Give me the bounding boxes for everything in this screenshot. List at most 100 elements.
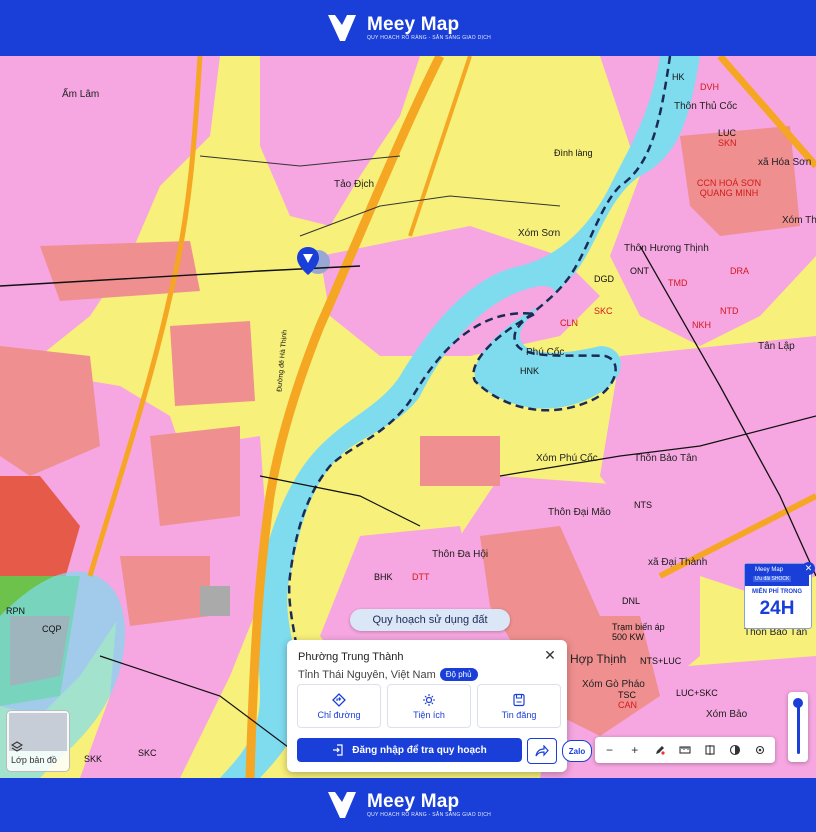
map-label: DNL	[622, 596, 641, 606]
location-line: Tỉnh Thái Nguyên, Việt Nam Độ phủ	[298, 668, 478, 681]
map-toolbar: − +	[595, 737, 775, 763]
footer-brand-logo: Meey Map QUY HOẠCH RÕ RÀNG - SẴN SÀNG GI…	[325, 788, 491, 822]
map-label: CQP	[42, 624, 62, 634]
share-button[interactable]	[527, 738, 557, 764]
map-label: HNK	[520, 366, 540, 376]
map-label: NKH	[692, 320, 712, 330]
opacity-slider-track	[797, 702, 800, 754]
ward-name: Phường Trung Thành	[298, 651, 404, 663]
map-label: ONT	[630, 266, 649, 276]
location-pin-icon[interactable]	[296, 246, 320, 276]
map-label: DTT	[412, 572, 430, 582]
map-label: SKK	[84, 754, 103, 764]
my-location-icon[interactable]	[751, 741, 769, 759]
draw-icon[interactable]	[651, 741, 669, 759]
zoom-out-icon[interactable]: −	[601, 741, 619, 759]
map-label: Đình làng	[554, 148, 593, 158]
map-label: LUC+SKC	[676, 688, 718, 698]
map-label: NTS	[634, 500, 652, 510]
map-label: LUC	[718, 128, 737, 138]
utilities-icon	[423, 693, 435, 706]
contrast-icon[interactable]	[726, 741, 744, 759]
meey-logo-icon	[327, 15, 356, 41]
map-label: Trạm biến áp 500 KW	[612, 622, 665, 642]
compare-icon[interactable]	[701, 741, 719, 759]
map-label: Xóm Thủ	[782, 215, 816, 226]
zalo-label: Zalo	[568, 746, 586, 756]
map-label: TSC	[618, 690, 636, 700]
map-label: NTS+LUC	[640, 656, 682, 666]
brand-logo[interactable]: Meey Map QUY HOẠCH RÕ RÀNG - SẴN SÀNG GI…	[325, 11, 491, 45]
map-label: SKC	[138, 748, 157, 758]
map-label: xã Đại Thành	[648, 557, 708, 568]
directions-label: Chỉ đường	[317, 709, 361, 720]
map-label: Thôn Thủ Cốc	[674, 101, 738, 112]
brand-name: Meey Map	[366, 13, 460, 35]
location-info-card: Phường Trung Thành ✕ Tỉnh Thái Nguyên, V…	[287, 640, 567, 772]
map-layer-button[interactable]: Lớp bản đồ	[6, 710, 70, 772]
zalo-chat-button[interactable]: Zalo	[562, 740, 592, 762]
login-label: Đăng nhập để tra quy hoạch	[352, 744, 487, 756]
promo-shock-text: Ưu đãi SHOCK	[753, 576, 792, 582]
directions-icon	[332, 692, 346, 707]
promo-hours-text: 24H	[759, 598, 795, 619]
map-label: Thôn Bảo Tân	[634, 453, 698, 464]
close-icon[interactable]: ✕	[541, 646, 559, 664]
opacity-slider-handle[interactable]	[793, 698, 803, 708]
map-label: Ấm Lâm	[62, 89, 100, 100]
province-name: Tỉnh Thái Nguyên, Việt Nam	[298, 668, 436, 681]
promo-free-text: MIỄN PHÍ TRONG	[751, 589, 802, 595]
map-label: TMD	[668, 278, 688, 288]
map-label: Thôn Đa Hội	[432, 549, 489, 560]
map-label: HK	[672, 72, 685, 82]
map-label: SKN	[718, 138, 737, 148]
utilities-button[interactable]: Tiện ích	[387, 684, 471, 728]
map-label: Xóm Sơn	[518, 228, 561, 239]
map-label: RPN	[6, 606, 26, 616]
map-label: NTD	[720, 306, 739, 316]
brand-slogan: QUY HOẠCH RÕ RÀNG - SẴN SÀNG GIAO DỊCH	[366, 34, 492, 41]
map-label: Tảo Địch	[334, 179, 375, 190]
map-label: DVH	[700, 82, 720, 92]
promo-logo-text: Meey Map	[755, 567, 784, 573]
map-label: Xóm Bảo	[706, 709, 748, 720]
map-label: Thôn Bảo Tân	[744, 627, 808, 638]
map-label: SKC	[594, 306, 613, 316]
listings-label: Tin đăng	[501, 709, 537, 720]
utilities-label: Tiện ích	[413, 709, 445, 720]
opacity-slider[interactable]	[788, 692, 808, 762]
login-to-lookup-button[interactable]: Đăng nhập để tra quy hoạch	[297, 738, 522, 762]
layer-label: Lớp bản đồ	[11, 755, 57, 765]
land-use-planning-toggle[interactable]: Quy hoạch sử dụng đất	[350, 609, 510, 631]
action-buttons: Chỉ đường Tiện ích Tin đăng	[297, 684, 561, 728]
listings-icon	[513, 693, 525, 706]
map-label: xã Hóa Sơn	[758, 157, 812, 168]
close-icon[interactable]: ✕	[802, 562, 815, 575]
share-icon	[535, 745, 549, 757]
measure-icon[interactable]	[676, 741, 694, 759]
footer-brand-name: Meey Map	[366, 790, 460, 812]
map-label: Hợp Thịnh	[570, 652, 627, 666]
map-label: Phú Cốc	[526, 347, 565, 358]
map-label: Thôn Hương Thịnh	[624, 243, 709, 254]
land-use-map[interactable]: Ấm Lâm HK DVH Thôn Thủ Cốc LUC SKN xã Hó…	[0, 56, 816, 778]
header-brand-bar: Meey Map QUY HOẠCH RÕ RÀNG - SẴN SÀNG GI…	[0, 0, 816, 56]
map-label: Xóm Gò Pháo	[582, 679, 645, 690]
zoom-in-icon[interactable]: +	[626, 741, 644, 759]
map-label: DGD	[594, 274, 614, 284]
map-label: Xóm Phú Cốc	[536, 453, 598, 464]
layers-icon	[11, 741, 23, 752]
map-label: DRA	[730, 266, 750, 276]
map-label: Thôn Đại Mão	[548, 507, 611, 518]
listings-button[interactable]: Tin đăng	[477, 684, 561, 728]
login-icon	[333, 744, 343, 756]
promo-banner[interactable]: Meey Map Ưu đãi SHOCK MIỄN PHÍ TRONG 24H	[744, 563, 812, 629]
directions-button[interactable]: Chỉ đường	[297, 684, 381, 728]
coverage-badge[interactable]: Độ phủ	[439, 668, 478, 681]
land-use-planning-label: Quy hoạch sử dụng đất	[372, 614, 488, 626]
footer-brand-slogan: QUY HOẠCH RÕ RÀNG - SẴN SÀNG GIAO DỊCH	[366, 811, 492, 818]
map-label: CCN HOÁ SƠN QUANG MINH	[696, 178, 762, 198]
footer-brand-bar: Meey Map QUY HOẠCH RÕ RÀNG - SẴN SÀNG GI…	[0, 778, 816, 832]
map-label: BHK	[374, 572, 393, 582]
map-label: Tân Lập	[758, 341, 795, 352]
